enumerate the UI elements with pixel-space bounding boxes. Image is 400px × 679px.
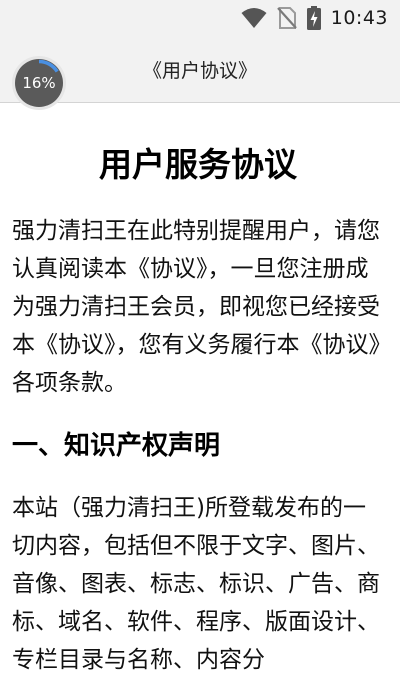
battery-charging-icon xyxy=(306,6,321,30)
document-title: 用户服务协议 xyxy=(99,145,297,184)
status-bar: 10:43 xyxy=(0,0,400,36)
app-bar: 16% 《用户协议》 xyxy=(0,36,400,110)
section-body-ip: 本站（强力清扫王)所登载发布的一切内容，包括但不限于文字、图片、音像、图表、标志… xyxy=(12,495,380,673)
agreement-content[interactable]: 用户服务协议 强力清扫王在此特别提醒用户，请您认真阅读本《协议》，一旦您注册成为… xyxy=(12,103,384,679)
status-time: 10:43 xyxy=(330,7,388,29)
status-icons: 10:43 xyxy=(241,5,388,31)
wifi-icon xyxy=(241,8,267,28)
no-sim-icon xyxy=(276,7,297,29)
section-heading-ip: 一、知识产权声明 xyxy=(12,431,221,461)
intro-paragraph: 强力清扫王在此特别提醒用户，请您认真阅读本《协议》，一旦您注册成为强力清扫王会员… xyxy=(12,218,380,396)
page-title: 《用户协议》 xyxy=(142,60,257,82)
